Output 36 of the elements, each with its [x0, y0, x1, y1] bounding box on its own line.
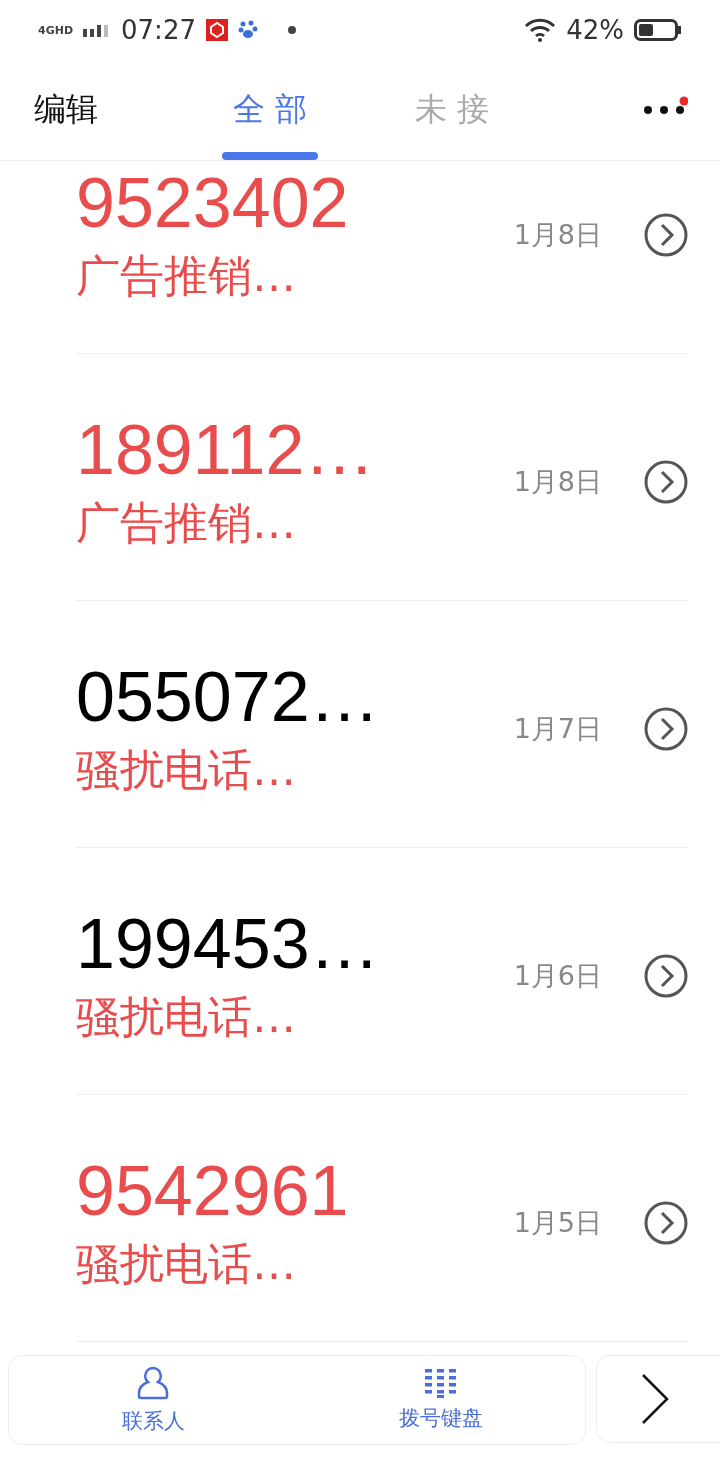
chevron-circle-icon[interactable] — [644, 212, 688, 257]
chevron-right-icon — [641, 1373, 669, 1425]
phone-number: 055072… — [76, 657, 381, 737]
dot-icon — [287, 26, 296, 34]
more-button[interactable] — [642, 96, 688, 116]
keypad-icon — [423, 1368, 459, 1398]
phone-number: 199453… — [76, 904, 381, 984]
person-icon — [135, 1365, 171, 1401]
chevron-circle-icon[interactable] — [644, 459, 688, 504]
wifi-icon — [524, 18, 557, 42]
clock: 07:27 — [121, 15, 196, 45]
call-tag: 广告推销… — [76, 493, 514, 553]
call-date: 1月7日 — [513, 711, 602, 746]
network-indicator: 4GHD — [38, 23, 74, 37]
phone-number: 9523402 — [76, 163, 350, 243]
call-date: 1月8日 — [513, 217, 602, 252]
phone-number: 189112… — [76, 410, 376, 490]
call-tag: 广告推销… — [76, 246, 514, 306]
call-tag: 骚扰电话… — [76, 987, 514, 1047]
battery-percent: 42% — [566, 15, 624, 45]
call-tag: 骚扰电话… — [76, 740, 514, 800]
tab[interactable]: 全 部 — [222, 60, 318, 160]
call-date: 1月8日 — [513, 464, 602, 499]
bottom-tab[interactable]: 联系人 — [9, 1356, 297, 1444]
app-icon — [205, 19, 228, 41]
call-tag: 骚扰电话… — [76, 1234, 514, 1294]
chevron-circle-icon[interactable] — [644, 1200, 688, 1245]
bottom-tab[interactable]: 拨号键盘 — [297, 1356, 585, 1444]
paw-icon — [237, 19, 258, 41]
battery-icon — [634, 19, 682, 41]
chevron-circle-icon[interactable] — [644, 953, 688, 998]
chevron-circle-icon[interactable] — [644, 706, 688, 751]
edit-button[interactable]: 编辑 — [34, 88, 222, 132]
call-date: 1月6日 — [513, 958, 602, 993]
phone-number: 9542961 — [76, 1151, 350, 1231]
call-date: 1月5日 — [513, 1205, 602, 1240]
